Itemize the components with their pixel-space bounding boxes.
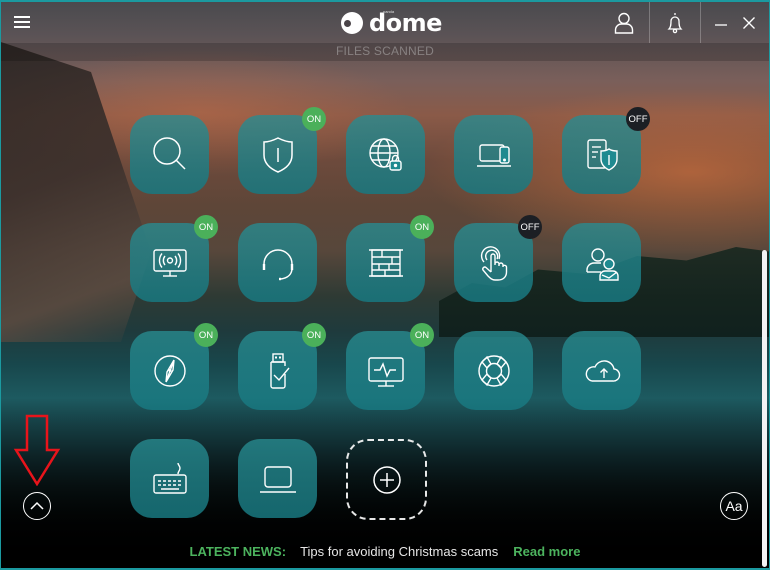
user-check-icon [585,247,619,281]
tile-devices[interactable] [454,115,533,194]
dome-window: panda dome FILES SCANNED ON OFF ON ON OF… [0,0,770,570]
tile-data-shield[interactable]: OFF [562,107,650,194]
user-icon [614,12,634,34]
usb-check-icon [269,352,290,389]
status-badge: OFF [626,107,650,131]
lifebuoy-icon [477,354,510,387]
tile-process-monitor[interactable]: ON [346,323,434,410]
status-badge: OFF [518,215,542,239]
headset-icon [262,248,293,280]
globe-lock-icon [368,137,402,171]
news-bar: LATEST NEWS: Tips for avoiding Christmas… [1,534,769,568]
panda-logo-icon [341,12,363,34]
tile-antivirus-scan[interactable] [130,115,209,194]
scrollbar[interactable] [762,250,767,567]
hamburger-icon[interactable] [14,16,30,30]
close-button[interactable] [735,2,763,43]
chevron-up-icon [30,501,44,510]
news-label: LATEST NEWS: [189,543,287,559]
touch-icon [480,245,507,281]
tile-wifi-protection[interactable]: ON [130,215,218,302]
monitor-pulse-icon [367,356,404,387]
tile-rescue-kit[interactable] [454,331,533,410]
laptop-icon [259,465,296,493]
files-scanned-label: FILES SCANNED [1,43,769,61]
close-icon [743,16,755,29]
logo-text: dome [369,9,442,37]
bell-icon [667,12,683,33]
tile-cloud-backup[interactable] [562,331,641,410]
minimize-button[interactable] [707,2,735,43]
tile-application-control[interactable]: OFF [454,215,542,302]
tile-secure-browsing[interactable] [346,115,425,194]
tile-usb-protection[interactable]: ON [238,323,326,410]
notifications-button[interactable] [650,2,700,43]
plus-circle-icon [372,465,401,494]
firewall-icon [368,248,403,277]
search-icon [152,136,186,170]
shield-icon [262,136,293,173]
font-size-button[interactable]: Aa [720,492,748,520]
monitor-wifi-icon [152,248,187,277]
account-button[interactable] [599,2,649,43]
tile-protection[interactable]: ON [238,107,326,194]
status-badge: ON [302,323,326,347]
status-badge: ON [410,215,434,239]
add-feature-button[interactable] [346,439,427,520]
tile-support[interactable] [238,223,317,302]
annotation-arrow-icon [13,414,61,486]
minimize-icon [715,23,727,26]
status-badge: ON [302,107,326,131]
titlebar: panda dome [1,2,769,43]
read-more-link[interactable]: Read more [513,544,580,559]
compass-icon [153,354,186,387]
status-badge: ON [194,323,218,347]
document-shield-icon [586,138,618,171]
keyboard-icon [152,462,187,494]
status-badge: ON [194,215,218,239]
tile-my-devices[interactable] [238,439,317,518]
background-mountain [1,42,151,342]
devices-icon [476,143,511,167]
app-logo: panda dome [341,9,442,37]
logo-subtitle: panda [383,9,395,14]
tile-parental-control[interactable] [562,223,641,302]
expand-button[interactable] [23,492,51,520]
cloud-upload-icon [585,359,620,382]
titlebar-actions [599,2,769,43]
tile-virtual-keyboard[interactable] [130,439,209,518]
tile-safe-browsing[interactable]: ON [130,323,218,410]
tile-firewall[interactable]: ON [346,215,434,302]
news-title[interactable]: Tips for avoiding Christmas scams [300,544,498,559]
status-badge: ON [410,323,434,347]
titlebar-divider [700,2,701,43]
